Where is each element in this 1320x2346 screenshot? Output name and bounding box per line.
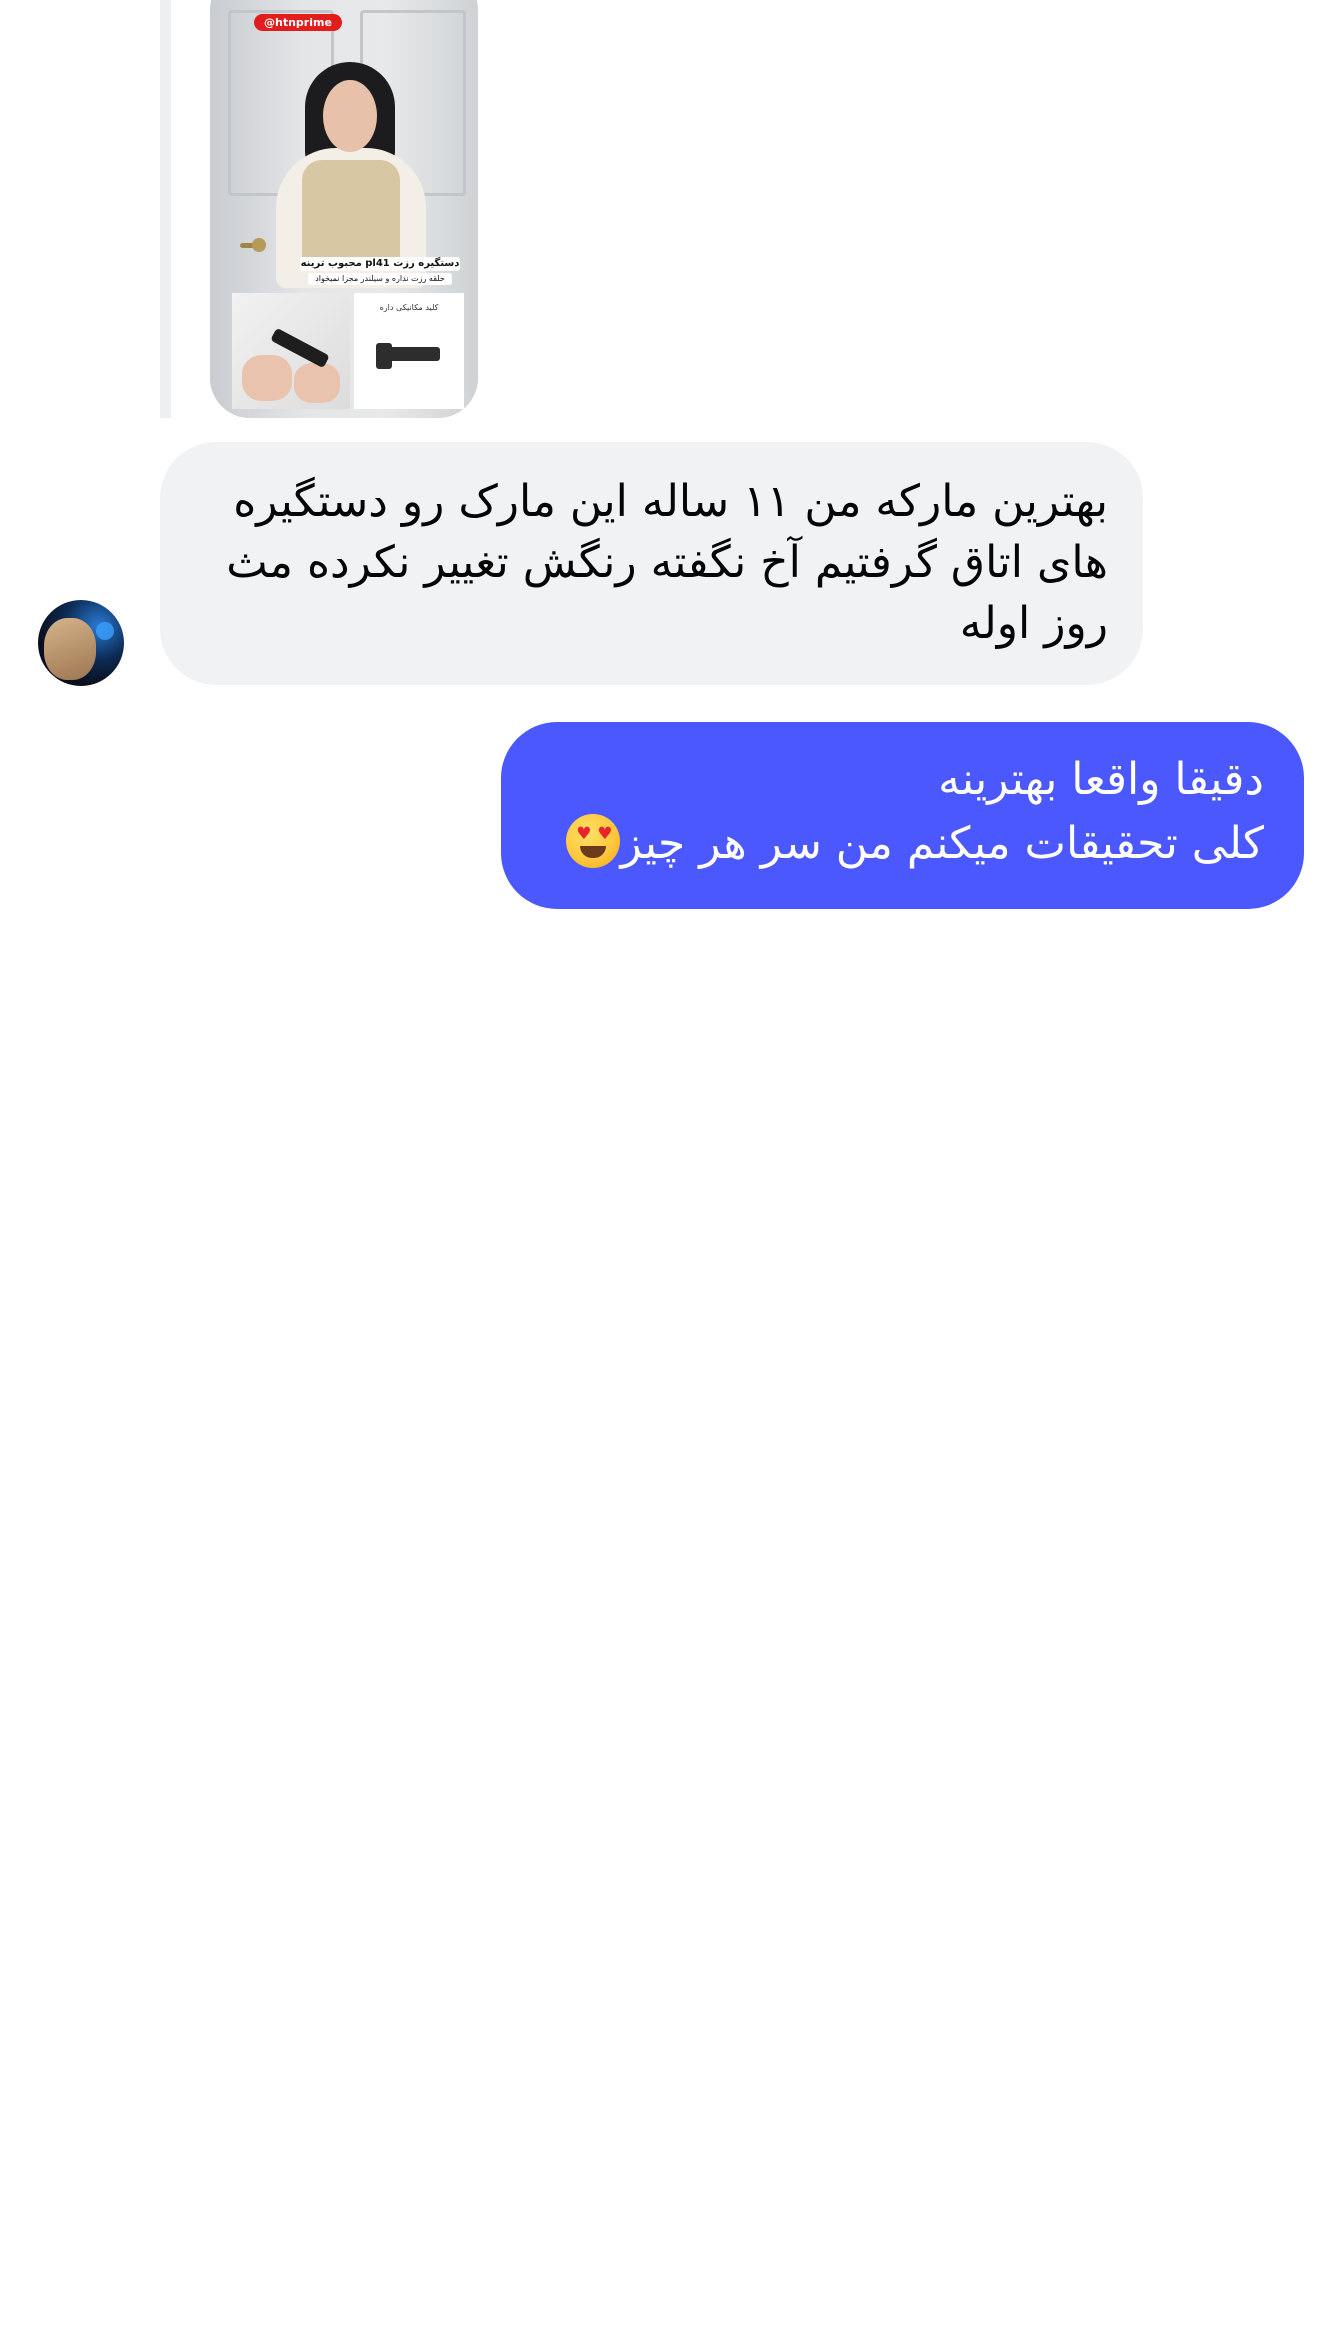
heart-eyes-emoji-icon: ♥ ♥ [566,814,621,868]
hand-left [242,355,292,401]
incoming-message-line-3: روز اوله [959,598,1108,649]
door-knob [252,238,266,252]
outgoing-message-line-2-text: کلی تحقیقات میکنم من سر هر چیز [620,818,1264,869]
avatar-photo-subject [44,618,96,680]
sender-avatar[interactable] [38,600,124,686]
outgoing-message-line-2: کلی تحقیقات میکنم من سر هر چیز ♥ ♥ [539,812,1264,876]
presenter-face [323,80,377,152]
incoming-message-bubble[interactable]: بهترین مارکه من ۱۱ ساله این مارک رو دستگ… [160,442,1143,685]
outgoing-message-line-1: دقیقا واقعا بهترینه [938,754,1264,805]
watermark-badge: @htnprime [254,14,342,31]
presenter-vest [302,160,400,270]
avatar-photo-light [96,622,114,640]
thumbnail-caption: دستگیره رزت pl41 محبوب ترینه [300,257,460,271]
reply-indicator-bar [160,0,171,418]
product-inset-hands [232,293,350,409]
lever-rose-icon [376,343,392,369]
inset-label: کلید مکانیکی داره [379,303,439,312]
incoming-message-line-1: بهترین مارکه من ۱۱ ساله این مارک رو دستگ… [233,476,1108,527]
outgoing-message-bubble[interactable]: دقیقا واقعا بهترینه کلی تحقیقات میکنم من… [501,722,1304,909]
incoming-message-line-2: های اتاق گرفتیم آخ نگفته رنگش تغییر نکرد… [226,537,1108,588]
product-inset-handle: کلید مکانیکی داره [354,293,464,409]
thumbnail-subcaption: حلقه رزت نداره و سیلندر مجزا نمیخواد [308,273,452,285]
shared-reel-thumbnail[interactable]: @htnprime دستگیره رزت pl41 محبوب ترینه ح… [210,0,478,418]
hand-right [294,363,340,403]
